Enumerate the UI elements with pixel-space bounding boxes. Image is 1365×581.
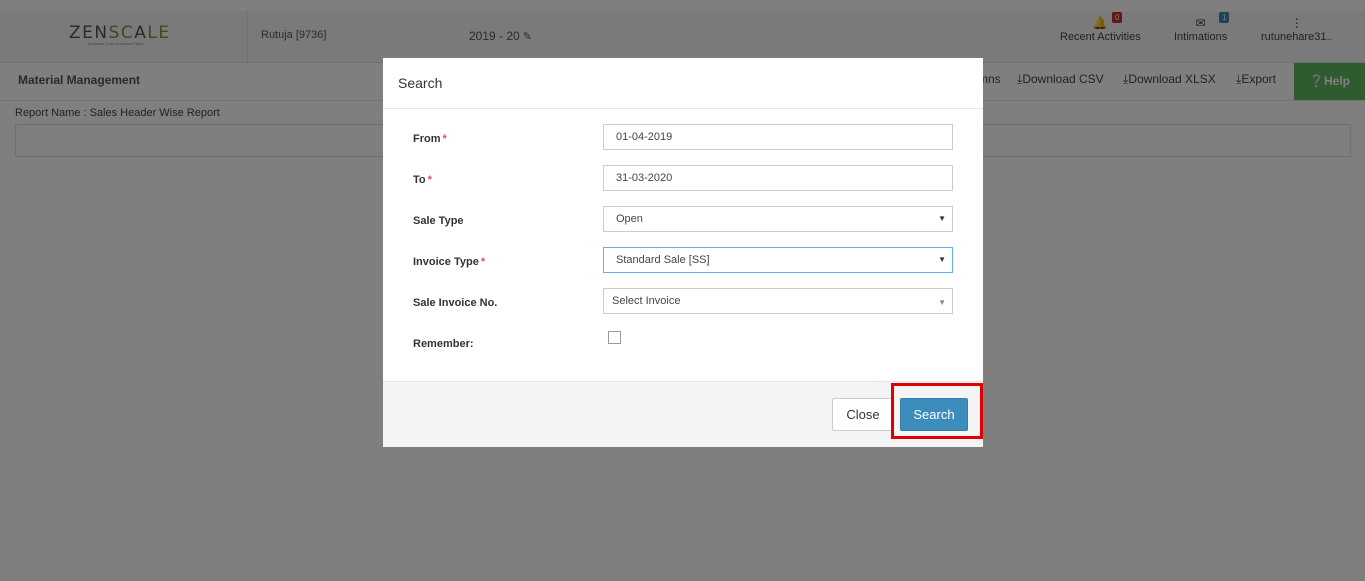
sale-invoice-no-value: Select Invoice xyxy=(612,295,681,307)
caret-down-icon: ▼ xyxy=(938,214,946,223)
invoice-type-value: Standard Sale [SS] xyxy=(616,254,710,266)
invoice-type-label: Invoice Type * xyxy=(413,256,485,268)
to-date-input[interactable]: 31-03-2020 xyxy=(603,165,953,191)
to-label-text: To xyxy=(413,174,426,186)
sale-type-select[interactable]: Open ▼ xyxy=(603,206,953,232)
caret-down-icon: ▼ xyxy=(938,255,946,264)
to-label: To * xyxy=(413,174,432,186)
required-marker: * xyxy=(442,133,447,145)
invoice-type-select[interactable]: Standard Sale [SS] ▼ xyxy=(603,247,953,273)
remember-label: Remember: xyxy=(413,338,474,350)
sale-invoice-no-label: Sale Invoice No. xyxy=(413,297,498,309)
from-label: From * xyxy=(413,133,447,145)
required-marker: * xyxy=(427,174,432,186)
caret-down-icon: ▼ xyxy=(938,298,946,307)
sale-invoice-no-select[interactable]: Select Invoice ▼ xyxy=(603,288,953,314)
from-date-input[interactable]: 01-04-2019 xyxy=(603,124,953,150)
modal-body: From * 01-04-2019 To * 31-03-2020 Sale Typ… xyxy=(383,109,983,381)
invoice-type-label-text: Invoice Type xyxy=(413,256,479,268)
remember-checkbox[interactable] xyxy=(608,331,621,344)
close-button[interactable]: Close xyxy=(832,398,894,431)
required-marker: * xyxy=(480,256,486,268)
modal-title: Search xyxy=(398,75,443,91)
sale-type-value: Open xyxy=(616,213,643,225)
search-button-highlight xyxy=(891,383,983,439)
modal-header: Search xyxy=(383,58,983,109)
from-label-text: From xyxy=(413,133,441,145)
sale-type-label: Sale Type xyxy=(413,215,464,227)
